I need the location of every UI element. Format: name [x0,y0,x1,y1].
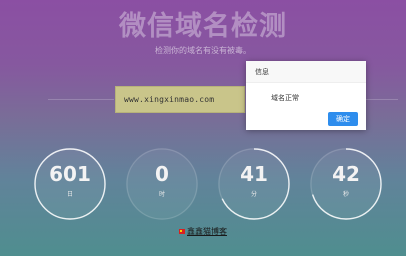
domain-input[interactable]: www.xingxinmao.com [115,86,245,113]
countdown-minutes-unit: 分 [250,191,257,198]
countdown-seconds-unit: 秒 [342,191,349,198]
countdown-seconds: 42 秒 [310,148,382,220]
countdown-seconds-value: 42 [332,162,360,186]
countdown-hours-unit: 时 [158,191,165,198]
page-subtitle: 检测你的域名有没有被毒。 [155,46,251,55]
blog-link[interactable]: 鑫鑫猫博客 [0,226,406,237]
countdown-hours-value: 0 [155,162,169,186]
dialog-message: 域名正常 [271,94,299,102]
countdown-hours: 0 时 [126,148,198,220]
dialog-header: 信息 [246,61,366,83]
countdown-days: 601 日 [34,148,106,220]
blog-link-text[interactable]: 鑫鑫猫博客 [187,227,227,236]
info-dialog: 信息 域名正常 确定 [246,61,366,130]
page-title: 微信域名检测 [119,11,287,42]
domain-input-value: www.xingxinmao.com [124,95,215,104]
dialog-title: 信息 [255,68,269,76]
countdown-days-value: 601 [49,162,91,186]
flag-icon [179,229,185,234]
countdown-minutes: 41 分 [218,148,290,220]
countdown-minutes-value: 41 [240,162,268,186]
confirm-button[interactable]: 确定 [328,112,358,126]
divider-left [48,99,114,100]
countdown-days-unit: 日 [66,191,73,198]
